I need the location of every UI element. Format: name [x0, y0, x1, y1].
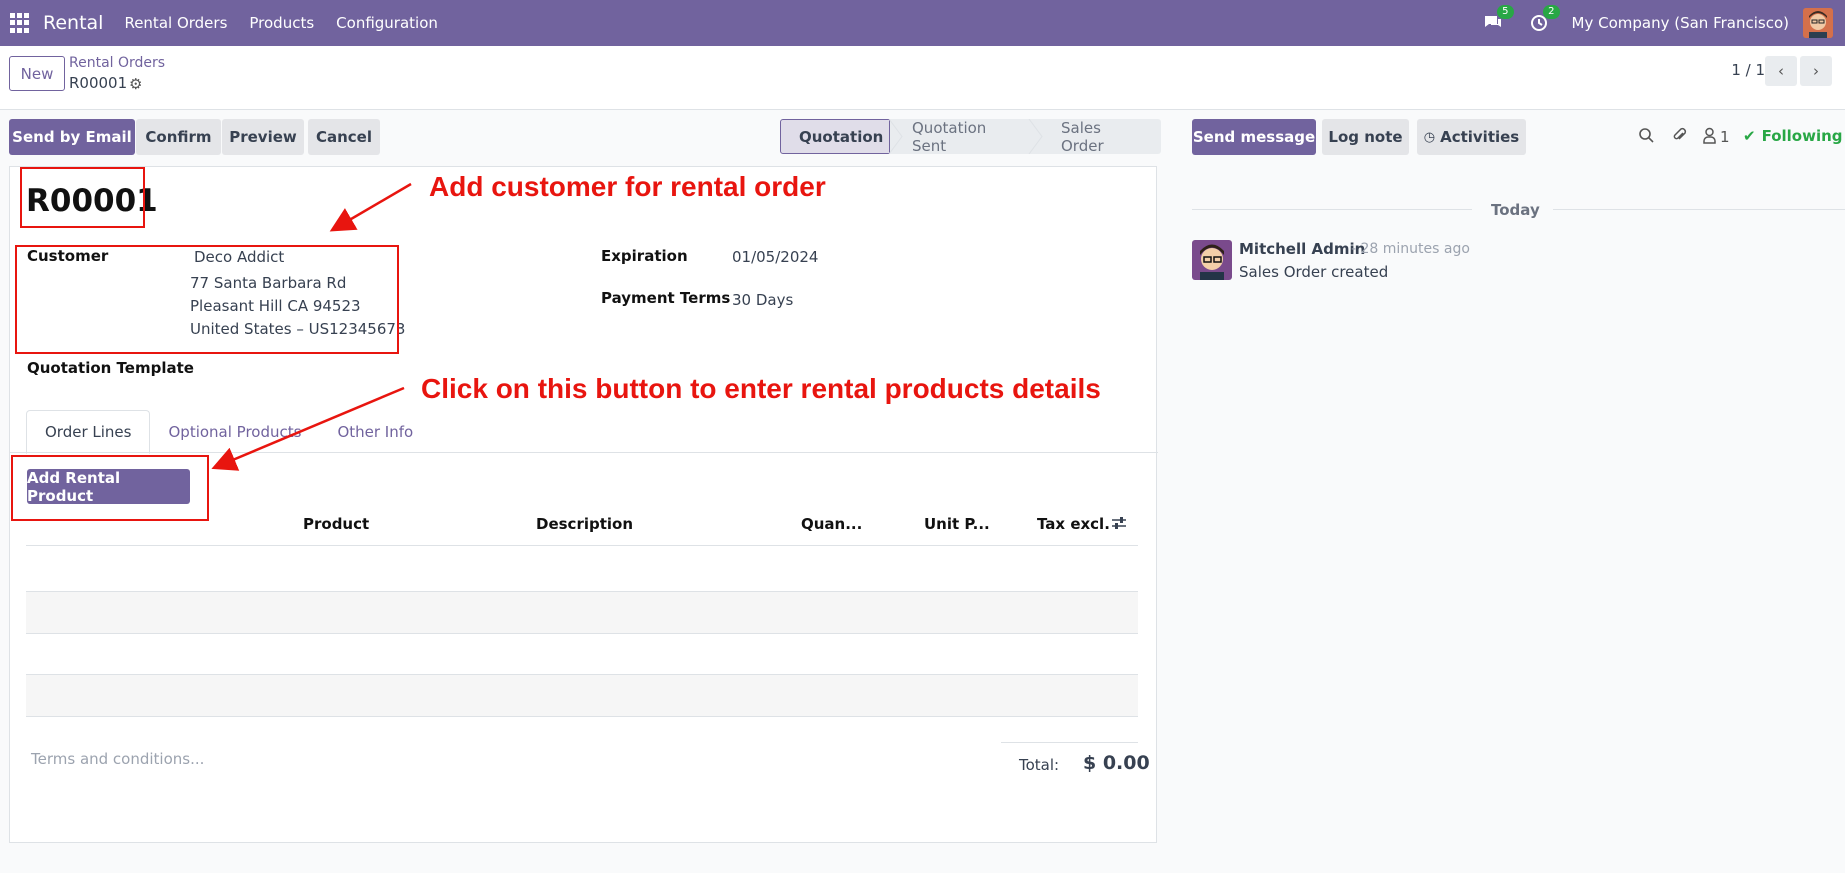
table-row	[26, 633, 1138, 634]
menu-configuration[interactable]: Configuration	[336, 14, 438, 32]
customer-highlight	[15, 245, 399, 354]
message-body: Sales Order created	[1239, 263, 1389, 281]
add-product-highlight	[11, 455, 209, 521]
messages-badge: 5	[1497, 5, 1514, 19]
column-unit-price[interactable]: Unit P...	[924, 515, 990, 533]
paperclip-icon[interactable]	[1671, 127, 1688, 148]
payment-terms-label: Payment Terms	[601, 289, 731, 307]
quotation-template-label: Quotation Template	[27, 359, 194, 377]
message-time: - 28 minutes ago	[1351, 241, 1470, 257]
messages-icon[interactable]: 5	[1480, 5, 1514, 36]
column-description[interactable]: Description	[536, 515, 633, 533]
menu-products[interactable]: Products	[249, 14, 314, 32]
tab-order-lines[interactable]: Order Lines	[26, 410, 151, 454]
top-navbar: Rental Rental Orders Products Configurat…	[0, 0, 1845, 46]
breadcrumb-current: R00001	[69, 74, 128, 92]
cancel-button[interactable]: Cancel	[308, 119, 380, 155]
table-row	[26, 675, 1138, 716]
table-header-divider	[26, 545, 1138, 546]
tab-divider	[10, 452, 1158, 453]
chevron-right-icon: ›	[1813, 62, 1819, 80]
pager-next-button[interactable]: ›	[1800, 56, 1832, 86]
new-button[interactable]: New	[9, 56, 65, 91]
optional-columns-icon[interactable]	[1111, 515, 1127, 535]
gear-icon[interactable]: ⚙	[129, 75, 142, 93]
author-avatar[interactable]	[1192, 240, 1232, 280]
activities-badge: 2	[1543, 5, 1560, 19]
menu-rental-orders[interactable]: Rental Orders	[124, 14, 227, 32]
annotation-customer: Add customer for rental order	[429, 171, 826, 202]
date-separator: Today	[1491, 201, 1540, 219]
preview-button[interactable]: Preview	[222, 119, 304, 155]
total-divider	[1001, 742, 1138, 743]
expiration-label: Expiration	[601, 247, 688, 265]
pager-value[interactable]: 1 / 1	[1731, 61, 1765, 79]
log-note-button[interactable]: Log note	[1322, 119, 1409, 155]
table-row	[26, 716, 1138, 717]
payment-terms-field[interactable]: 30 Days	[732, 291, 793, 309]
date-divider-left	[1192, 209, 1472, 210]
activities-clock-icon[interactable]: 2	[1526, 5, 1560, 36]
followers-count[interactable]: 1	[1720, 128, 1730, 146]
tab-optional-products[interactable]: Optional Products	[150, 410, 319, 454]
tab-other-info[interactable]: Other Info	[319, 410, 431, 454]
total-amount: $ 0.00	[1083, 752, 1150, 774]
message-author[interactable]: Mitchell Admin	[1239, 240, 1365, 258]
company-switcher[interactable]: My Company (San Francisco)	[1572, 14, 1789, 32]
send-by-email-button[interactable]: Send by Email	[9, 119, 135, 155]
check-icon: ✔	[1743, 127, 1756, 145]
date-divider-right	[1553, 209, 1845, 210]
column-tax-excl[interactable]: Tax excl.	[1037, 515, 1110, 533]
app-name[interactable]: Rental	[43, 12, 103, 34]
user-avatar[interactable]	[1803, 8, 1833, 38]
status-quotation[interactable]: Quotation	[780, 119, 890, 154]
order-name-highlight	[20, 167, 145, 228]
breadcrumb-rental-orders[interactable]: Rental Orders	[69, 55, 165, 71]
expiration-field[interactable]: 01/05/2024	[732, 248, 818, 266]
search-icon[interactable]	[1638, 127, 1655, 148]
following-label: Following	[1761, 127, 1843, 145]
column-product[interactable]: Product	[303, 515, 369, 533]
table-row	[26, 592, 1138, 633]
following-button[interactable]: ✔ Following	[1743, 127, 1843, 145]
app-menu-icon[interactable]	[10, 13, 30, 33]
chevron-left-icon: ‹	[1778, 62, 1784, 80]
activities-button[interactable]: ◷ Activities	[1417, 119, 1526, 155]
clock-icon: ◷	[1423, 129, 1436, 145]
confirm-button[interactable]: Confirm	[136, 119, 221, 155]
annotation-add-product: Click on this button to enter rental pro…	[421, 373, 1101, 404]
pager-previous-button[interactable]: ‹	[1765, 56, 1797, 86]
control-panel: New Rental Orders R00001 ⚙ 1 / 1 ‹ ›	[0, 46, 1845, 110]
terms-and-conditions-input[interactable]: Terms and conditions...	[31, 750, 204, 768]
followers-icon[interactable]	[1703, 127, 1716, 148]
total-label: Total:	[1019, 756, 1060, 774]
notebook-tabs: Order Lines Optional Products Other Info	[26, 410, 431, 454]
activities-label: Activities	[1440, 128, 1520, 146]
send-message-button[interactable]: Send message	[1192, 119, 1316, 155]
column-quantity[interactable]: Quan...	[801, 515, 862, 533]
